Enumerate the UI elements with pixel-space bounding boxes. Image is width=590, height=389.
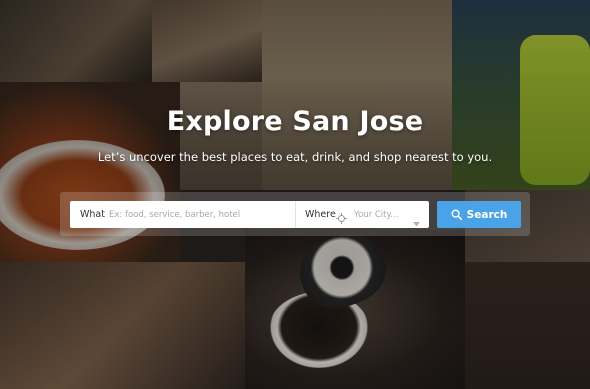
search-button[interactable]: Search [437,201,521,228]
search-icon [451,209,462,221]
what-label: What [80,209,105,220]
where-input[interactable] [354,204,412,225]
chevron-down-icon[interactable] [413,212,420,227]
search-bar: What Where [70,201,429,228]
hero-title: Explore San Jose [166,106,424,137]
hero-subtitle: Let’s uncover the best places to eat, dr… [97,150,493,164]
what-input[interactable] [109,204,291,225]
where-label: Where [305,209,336,220]
crosshair-icon [336,209,347,224]
search-divider [295,201,296,228]
search-button-label: Search [466,208,508,221]
